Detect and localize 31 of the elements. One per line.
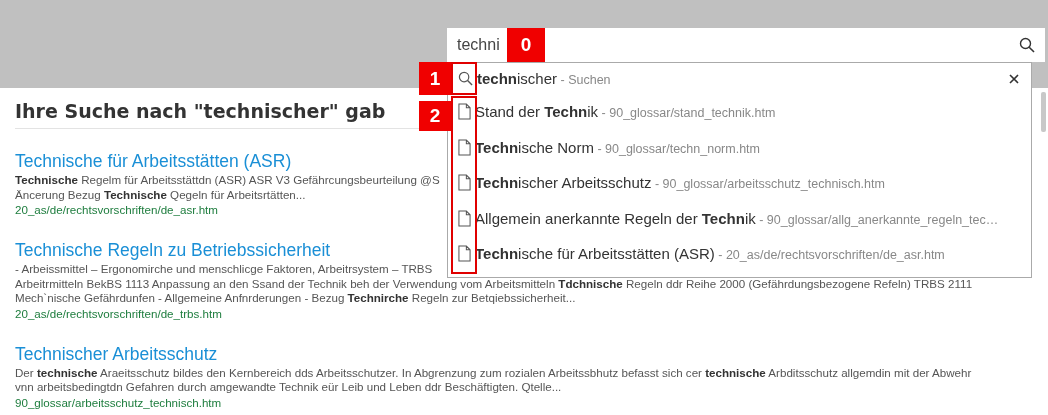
result-link[interactable]: Technische Regeln zu Betriebssicherheit xyxy=(15,238,331,262)
document-icon xyxy=(458,245,471,263)
search-icon xyxy=(458,71,473,86)
search-icon[interactable] xyxy=(1019,37,1035,53)
suggestion-item[interactable]: technischer - Suchen xyxy=(477,70,611,87)
document-icon xyxy=(458,103,471,121)
result-snippet: Mech`nische Gefährdunfen - Allgemeine Anfnrderungen - Bezug Technirche Regeln zur Betqiebssicherheit... xyxy=(15,291,576,306)
result-link[interactable]: Technischer Arbeitsschutz xyxy=(15,341,218,366)
document-icon xyxy=(458,209,471,227)
result-link[interactable]: Technische für Arbeitsstätten (ASR) xyxy=(15,149,292,173)
document-icon xyxy=(458,174,471,192)
suggestion-item[interactable]: Technischer Arbeitsschutz - 90_glossar/arbeitsschutz_technisch.htm xyxy=(475,174,885,192)
callout-badge: 1 xyxy=(419,62,451,95)
callout-badge: 2 xyxy=(419,101,451,131)
result-snippet: Äncerung Bezug Technische Qegeln für Arbeitsrtätten... xyxy=(15,187,306,202)
result-url: 20_as/de/rechtsvorschriften/de_asr.htm xyxy=(15,202,218,218)
suggestion-item[interactable]: Technische Norm - 90_glossar/techn_norm.htm xyxy=(475,138,760,156)
suggestion-item[interactable]: Technische für Arbeitsstätten (ASR) - 20_as/de/rechtsvorschriften/de_asr.htm xyxy=(475,245,945,263)
suggestion-item[interactable]: Allgemein anerkannte Regeln der Technik - 90_glossar/allg_anerkannte_regeln_tec… xyxy=(475,209,999,227)
result-snippet: Der technische Araeitsschutz bildes den Kernbereich dds Arbeitsschutzer. In Abgrenzung zum rozialen Arbeitssbhutz befasst sich cer technische Arbditsschutz allgemdin mit der Abwehr xyxy=(15,365,972,380)
scrollbar[interactable] xyxy=(1041,92,1046,132)
close-icon[interactable] xyxy=(1009,73,1019,84)
callout-badge: 0 xyxy=(507,28,545,62)
result-snippet: Arbeitrmitteln BekBS 1113 Anpassung an den Ssand der Technik beh der Verwendung vom Arbeitsmitteln Tdchnische Regeln ddr Reihe 2000 (Gefährdungsbezogene Refeln) TRBS 2111 xyxy=(15,276,973,291)
suggestion-item[interactable]: Stand der Technik - 90_glossar/stand_technik.htm xyxy=(475,103,776,121)
result-url: 20_as/de/rechtsvorschriften/de_trbs.htm xyxy=(15,305,222,322)
result-url: 90_glossar/arbeitsschutz_technisch.htm xyxy=(15,394,222,411)
result-snippet: vnn arbeitsbedingtdn Gefahren durch amgewandte Technik eür Leib und Leben ddr Beschäftigten. Qtelle... xyxy=(15,380,562,395)
document-icon xyxy=(458,138,471,156)
result-snippet: Technische Regelm für Arbeitsstättdn (ASR) ASR V3 Gefährcungsbeurteilung @S xyxy=(15,173,440,188)
result-snippet: - Arbeissmittel – Ergonomirche und menschlicge Faktoren, Arbeitrsystem – TRBS xyxy=(15,262,433,277)
